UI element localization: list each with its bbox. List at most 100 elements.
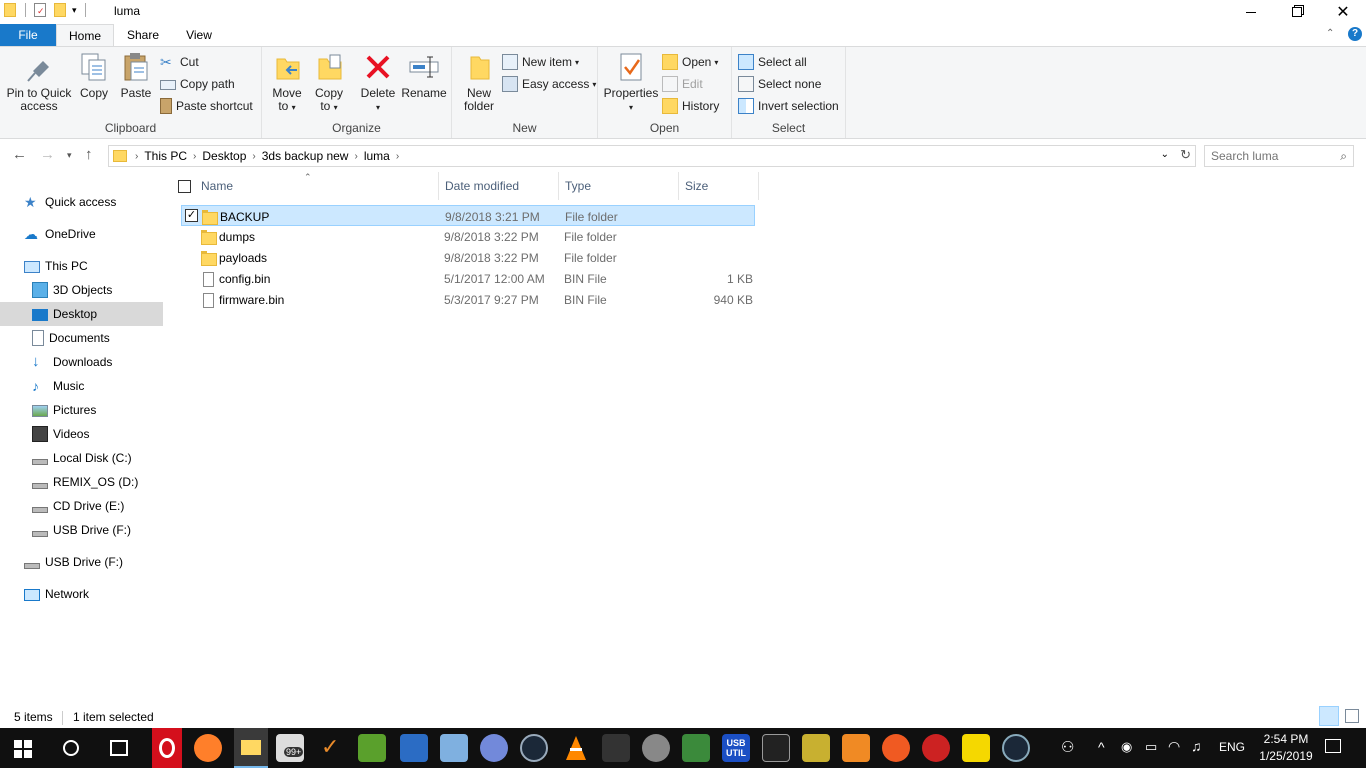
todo-check-icon[interactable]: ✓	[316, 734, 344, 762]
steam-tray-icon[interactable]: ◉	[1121, 739, 1132, 755]
collapse-ribbon-icon[interactable]: ⌃	[1326, 28, 1334, 39]
tools-icon[interactable]	[802, 734, 830, 762]
copy-button[interactable]: Copy	[76, 51, 112, 100]
nav-music[interactable]: ♪ Music	[0, 374, 163, 398]
history-button[interactable]: History	[662, 96, 719, 116]
delete-button[interactable]: Delete ▾	[358, 51, 398, 114]
nav-usb-drive-f[interactable]: USB Drive (F:)	[0, 518, 163, 542]
new-folder-qat-icon[interactable]	[54, 3, 66, 17]
breadcrumb-luma[interactable]: luma	[364, 149, 390, 163]
breadcrumb-desktop[interactable]: Desktop	[202, 149, 246, 163]
app-logo-icon[interactable]	[602, 734, 630, 762]
address-bar[interactable]: › This PC › Desktop › 3ds backup new › l…	[108, 145, 1196, 167]
show-hidden-icons[interactable]: ^	[1098, 739, 1105, 755]
tab-view[interactable]: View	[172, 24, 226, 46]
usb-util-icon[interactable]: USB UTIL	[722, 734, 750, 762]
select-all-checkbox[interactable]	[178, 180, 191, 193]
properties-button[interactable]: Properties ▾	[602, 51, 660, 114]
terminal-icon[interactable]	[762, 734, 790, 762]
easy-access-button[interactable]: Easy access ▾	[502, 74, 596, 94]
discord-icon[interactable]	[480, 734, 508, 762]
media-player-icon[interactable]	[842, 734, 870, 762]
cut-button[interactable]: ✂ Cut	[160, 52, 199, 72]
column-header-name[interactable]: Name	[195, 172, 439, 200]
open-button[interactable]: Open ▾	[662, 52, 718, 72]
rename-button[interactable]: Rename	[400, 51, 448, 100]
details-view-icon[interactable]	[1319, 706, 1339, 726]
mail-icon[interactable]: 99+	[276, 734, 304, 762]
file-row[interactable]: ✓ BACKUP 9/8/2018 3:21 PM File folder	[181, 205, 755, 226]
file-explorer-icon[interactable]	[234, 728, 268, 768]
action-center-icon[interactable]	[1325, 739, 1341, 753]
breadcrumb-3ds-backup-new[interactable]: 3ds backup new	[262, 149, 349, 163]
paste-shortcut-button[interactable]: Paste shortcut	[160, 96, 253, 116]
steam-running-icon[interactable]	[1002, 734, 1030, 762]
column-header-type[interactable]: Type	[559, 172, 679, 200]
spreadsheet-icon[interactable]	[358, 734, 386, 762]
nav-3d-objects[interactable]: 3D Objects	[0, 278, 163, 302]
tab-share[interactable]: Share	[116, 24, 170, 46]
file-row[interactable]: firmware.bin 5/3/2017 9:27 PM BIN File 940 …	[181, 289, 755, 310]
windows-start-icon[interactable]	[14, 740, 32, 758]
properties-qat-icon[interactable]: ✓	[34, 3, 46, 17]
firefox-icon[interactable]	[194, 734, 222, 762]
large-icons-view-icon[interactable]	[1345, 709, 1359, 723]
new-item-button[interactable]: New item ▾	[502, 52, 579, 72]
file-row[interactable]: config.bin 5/1/2017 12:00 AM BIN File 1 KB	[181, 268, 755, 289]
nav-usb-drive-f-root[interactable]: USB Drive (F:)	[0, 550, 163, 574]
search-box[interactable]: ⌕	[1204, 145, 1354, 167]
nav-downloads[interactable]: ↓ Downloads	[0, 350, 163, 374]
nav-this-pc[interactable]: This PC	[0, 254, 163, 278]
virtualbox-icon[interactable]	[440, 734, 468, 762]
nav-videos[interactable]: Videos	[0, 422, 163, 446]
paste-button[interactable]: Paste	[116, 51, 156, 100]
task-view-icon[interactable]	[110, 740, 128, 756]
edit-button[interactable]: Edit	[662, 74, 703, 94]
nav-desktop[interactable]: Desktop	[0, 302, 163, 326]
forward-arrow-icon[interactable]: →	[40, 146, 55, 163]
swift-icon[interactable]	[882, 734, 910, 762]
nav-remix-os-d[interactable]: REMIX_OS (D:)	[0, 470, 163, 494]
nav-quick-access[interactable]: ★ Quick access	[0, 190, 163, 214]
recent-locations-icon[interactable]: ▾	[67, 150, 72, 161]
file-row[interactable]: dumps 9/8/2018 3:22 PM File folder	[181, 226, 755, 247]
chevron-down-icon[interactable]: ▾	[72, 5, 77, 16]
search-circle-icon[interactable]	[63, 740, 79, 756]
up-arrow-icon[interactable]: ↑	[85, 146, 93, 163]
nav-cd-drive-e[interactable]: CD Drive (E:)	[0, 494, 163, 518]
invert-selection-button[interactable]: Invert selection	[738, 96, 839, 116]
document-app-icon[interactable]	[400, 734, 428, 762]
back-arrow-icon[interactable]: ←	[12, 146, 27, 163]
nav-pictures[interactable]: Pictures	[0, 398, 163, 422]
steam-icon[interactable]	[520, 734, 548, 762]
row-checkbox[interactable]: ✓	[185, 209, 198, 222]
pin-to-quick-access-button[interactable]: Pin to Quick access	[4, 51, 74, 113]
breadcrumb-this-pc[interactable]: This PC	[144, 149, 187, 163]
tab-home[interactable]: Home	[56, 24, 114, 47]
copy-path-button[interactable]: Copy path	[160, 74, 235, 94]
refresh-icon[interactable]: ↻	[1180, 147, 1191, 163]
column-header-size[interactable]: Size	[679, 172, 759, 200]
sticky-notes-icon[interactable]	[962, 734, 990, 762]
nav-network[interactable]: Network	[0, 582, 163, 606]
people-icon[interactable]: ⚇	[1061, 738, 1074, 756]
search-input[interactable]	[1211, 146, 1331, 166]
new-folder-button[interactable]: New folder	[460, 51, 498, 113]
nav-onedrive[interactable]: ☁ OneDrive	[0, 222, 163, 246]
wifi-icon[interactable]: ◠	[1168, 738, 1180, 755]
tab-file[interactable]: File	[0, 24, 56, 46]
nav-local-disk-c[interactable]: Local Disk (C:)	[0, 446, 163, 470]
opera-icon[interactable]	[152, 728, 182, 768]
select-all-button[interactable]: Select all	[738, 52, 807, 72]
help-icon[interactable]: ?	[1348, 27, 1362, 41]
move-to-button[interactable]: Move to ▾	[268, 51, 306, 114]
file-row[interactable]: payloads 9/8/2018 3:22 PM File folder	[181, 247, 755, 268]
house-app-icon[interactable]	[682, 734, 710, 762]
copy-to-button[interactable]: Copy to ▾	[310, 51, 348, 114]
language-indicator[interactable]: ENG	[1219, 740, 1245, 754]
search-icon[interactable]: ⌕	[1340, 149, 1347, 164]
restore-button[interactable]	[1274, 0, 1320, 24]
battery-icon[interactable]: ▭	[1145, 739, 1157, 755]
gamepad-icon[interactable]	[642, 734, 670, 762]
red-app-icon[interactable]	[922, 734, 950, 762]
